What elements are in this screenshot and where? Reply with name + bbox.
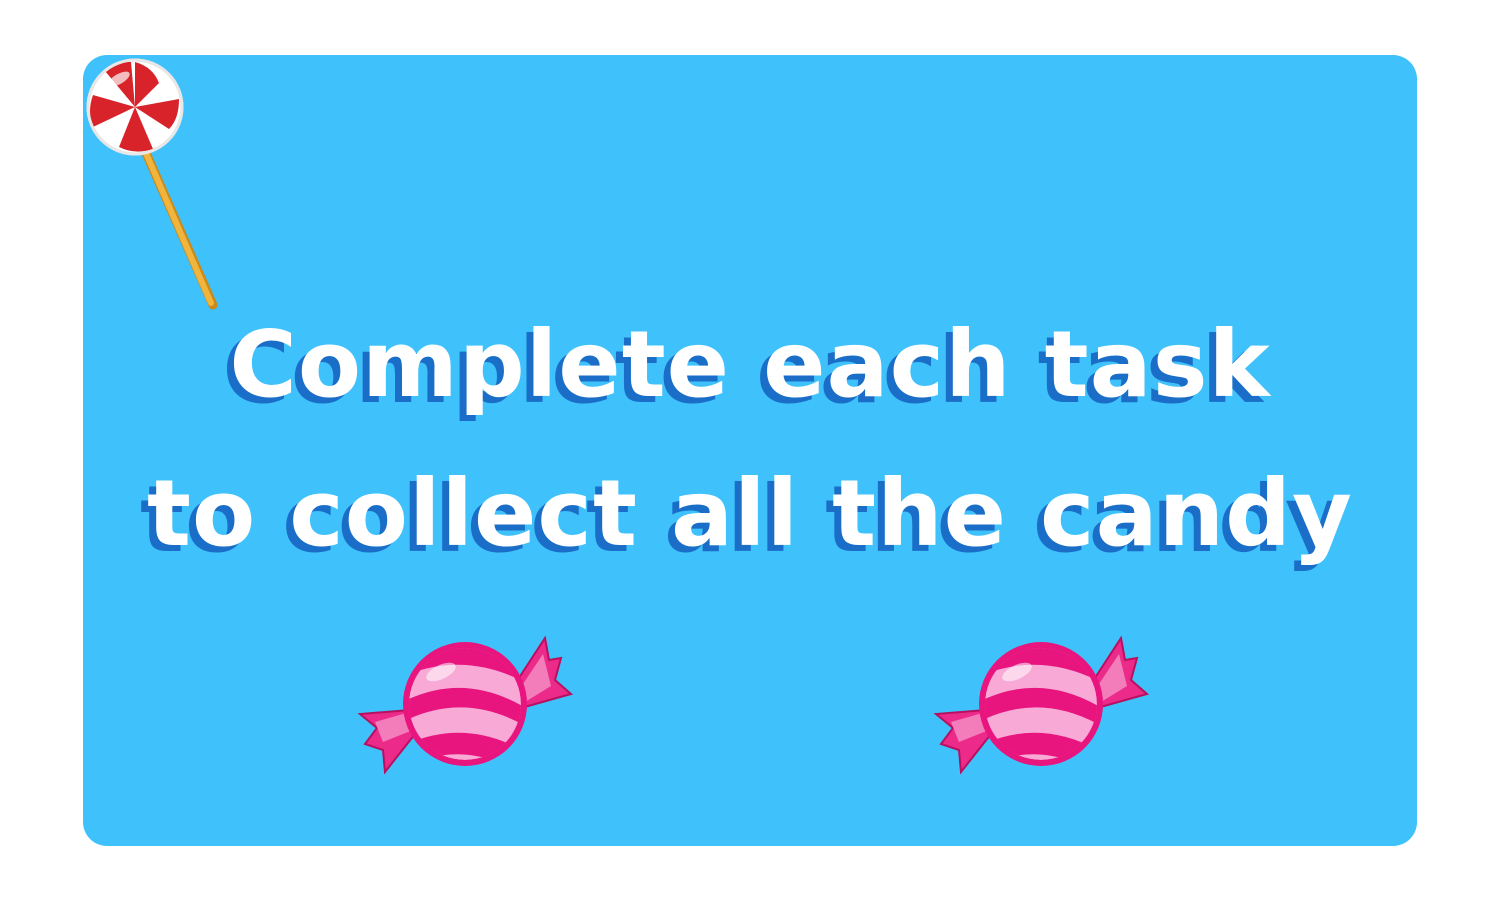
instruction-message: Complete each task to collect all the ca… [83,290,1417,588]
wrapped-candy-icon [933,635,1150,775]
instruction-card: Complete each task to collect all the ca… [83,55,1417,846]
instruction-line-2: to collect all the candy [147,460,1353,568]
instruction-line-1: Complete each task [229,311,1271,418]
lollipop-icon [86,58,218,310]
wrapped-candy-icon [357,635,574,775]
game-screen: Complete each task to collect all the ca… [0,0,1500,900]
